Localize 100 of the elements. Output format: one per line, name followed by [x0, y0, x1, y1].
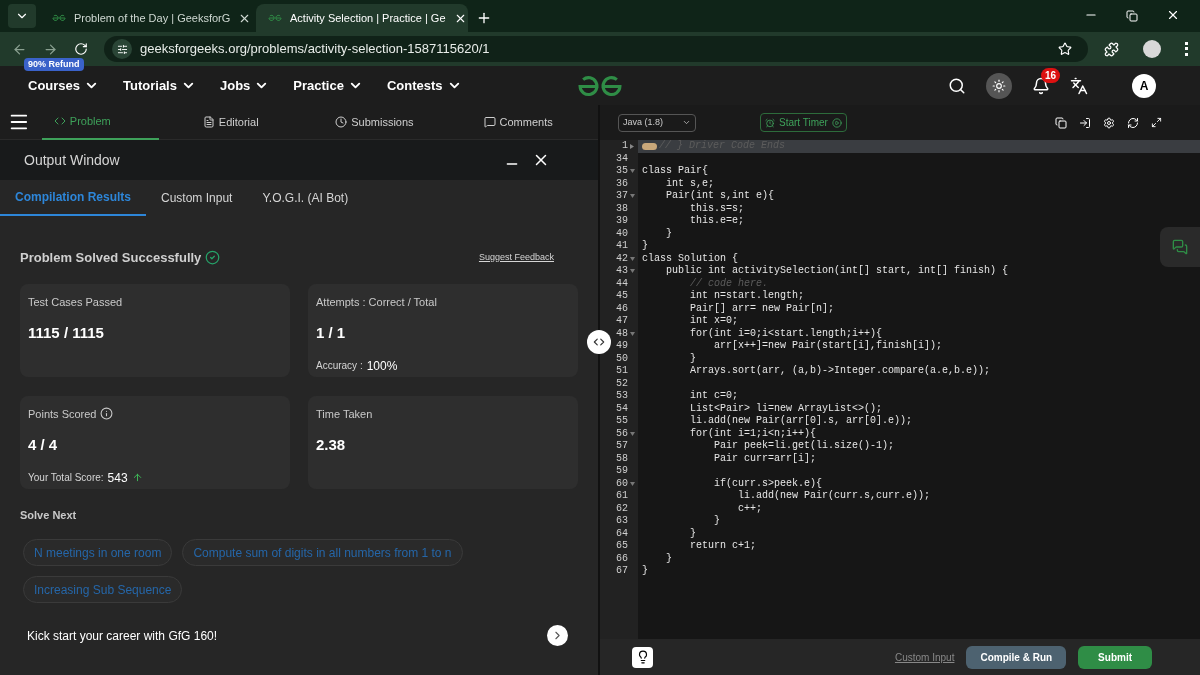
- back-icon[interactable]: [12, 41, 27, 57]
- chat-icon: [1172, 239, 1188, 255]
- chat-button[interactable]: [1160, 227, 1200, 267]
- nav-menu[interactable]: Contests: [386, 75, 462, 96]
- line-number: 46: [616, 302, 628, 315]
- tab-title: Activity Selection | Practice | Ge: [290, 10, 446, 26]
- tab-list-button[interactable]: [8, 4, 36, 28]
- line-number: 53: [616, 390, 628, 403]
- hint-button[interactable]: [632, 646, 653, 668]
- stat-value: 2.38: [316, 435, 346, 455]
- fold-arrow-icon[interactable]: [630, 431, 635, 436]
- theme-toggle[interactable]: [986, 72, 1012, 99]
- code-comment: // code here.: [689, 277, 769, 290]
- user-avatar[interactable]: A: [1132, 73, 1156, 98]
- reload-icon[interactable]: [74, 42, 88, 56]
- profile-avatar[interactable]: [1143, 40, 1161, 58]
- play-icon: [831, 117, 842, 128]
- problem-tab[interactable]: Submissions: [302, 104, 447, 140]
- line-number: 50: [616, 352, 628, 365]
- logo-icon[interactable]: [52, 14, 66, 22]
- next-button[interactable]: [547, 625, 568, 646]
- line-number: 65: [616, 540, 628, 553]
- submit-button[interactable]: Submit: [1078, 645, 1152, 669]
- fold-arrow-icon[interactable]: [630, 269, 635, 274]
- line-number: 39: [616, 215, 628, 228]
- new-tab-icon[interactable]: [476, 10, 492, 26]
- close-icon[interactable]: [1166, 8, 1180, 22]
- search-icon[interactable]: [948, 76, 966, 95]
- code-line: Pair peek=li.get(li.size()-1);: [713, 440, 895, 453]
- clock-icon: [335, 116, 348, 128]
- status-message: Problem Solved Successfully: [20, 249, 202, 267]
- import-icon[interactable]: [1079, 116, 1091, 129]
- copy-icon[interactable]: [1055, 116, 1067, 129]
- more-icon[interactable]: [1185, 42, 1188, 56]
- forward-icon[interactable]: [43, 41, 58, 57]
- line-number: 54: [616, 402, 628, 415]
- stat-label: Attempts : Correct / Total: [316, 294, 437, 310]
- output-tab[interactable]: Custom Input: [146, 180, 248, 216]
- output-window-title: Output Window: [24, 150, 120, 170]
- translate-icon[interactable]: [1070, 76, 1088, 95]
- fold-arrow-icon[interactable]: [630, 481, 635, 486]
- output-tab[interactable]: Compilation Results: [0, 180, 146, 216]
- suggest-feedback-link[interactable]: Suggest Feedback: [478, 251, 554, 265]
- extensions-icon[interactable]: [1104, 41, 1119, 57]
- fullscreen-icon[interactable]: [1151, 117, 1162, 128]
- site-settings-button[interactable]: [112, 39, 132, 59]
- line-number: 62: [616, 502, 628, 515]
- fold-arrow-icon[interactable]: [630, 143, 634, 149]
- stat-value: 4 / 4: [28, 435, 58, 455]
- reset-icon[interactable]: [1127, 116, 1139, 129]
- browser-tab[interactable]: Activity Selection | Practice | Ge: [256, 4, 468, 32]
- code-line: int n=start.length;: [689, 290, 805, 303]
- code-line: public int activitySelection(int[] start, int[] finish) {: [665, 265, 1009, 278]
- code-line: li.add(new Pair(arr[0].s, arr[0].e));: [689, 415, 913, 428]
- tab-title: Problem of the Day | GeeksforG: [74, 10, 231, 26]
- line-number: 64: [616, 527, 628, 540]
- line-number: 42: [616, 252, 628, 265]
- line-number: 58: [616, 452, 628, 465]
- code-line: if(curr.s>peek.e){: [713, 477, 823, 490]
- custom-input-link[interactable]: Custom Input: [894, 649, 955, 665]
- line-number: 56: [616, 427, 628, 440]
- code-line: return c+1;: [689, 540, 757, 553]
- nav-menu[interactable]: Tutorials: [123, 75, 196, 96]
- fold-arrow-icon[interactable]: [630, 256, 635, 261]
- line-number: 61: [616, 490, 628, 503]
- browser-tab[interactable]: Problem of the Day | GeeksforG: [40, 4, 252, 32]
- problem-tab[interactable]: Editorial: [158, 104, 303, 140]
- stat-note-value: 543: [107, 469, 128, 487]
- logo-icon[interactable]: [577, 75, 623, 98]
- problem-tab[interactable]: Comments: [446, 104, 590, 140]
- line-number: 35: [616, 165, 628, 178]
- code-line: Pair curr=arr[i];: [713, 452, 817, 465]
- logo-icon[interactable]: [268, 14, 282, 22]
- nav-menu[interactable]: Jobs: [219, 75, 270, 96]
- stat-label: Points Scored: [28, 406, 97, 422]
- line-number: 34: [616, 152, 628, 165]
- language-select[interactable]: Java (1.8): [618, 113, 696, 132]
- code-line: for(int i=1;i<n;i++){: [689, 427, 817, 440]
- restore-icon[interactable]: [1126, 10, 1138, 22]
- folded-code-icon[interactable]: [642, 142, 657, 150]
- output-tab[interactable]: Y.O.G.I. (AI Bot): [247, 180, 364, 216]
- nav-menu[interactable]: Practice: [293, 75, 363, 96]
- bookmark-icon[interactable]: [1058, 42, 1072, 56]
- fold-arrow-icon[interactable]: [630, 331, 635, 336]
- info-icon[interactable]: [100, 407, 114, 421]
- code-line: }: [689, 352, 696, 365]
- code-line: Pair(int s,int e){: [665, 190, 775, 203]
- fold-arrow-icon[interactable]: [630, 194, 635, 199]
- start-timer-button[interactable]: Start Timer: [760, 113, 847, 132]
- address-bar[interactable]: geeksforgeeks.org/problems/activity-selection-1587115620/1: [104, 36, 1088, 62]
- code-line: int s,e;: [665, 177, 714, 190]
- compile-run-button[interactable]: Compile & Run: [966, 645, 1067, 669]
- fold-arrow-icon[interactable]: [630, 169, 635, 174]
- line-number: 47: [616, 315, 628, 328]
- stat-note-value: 100%: [366, 357, 398, 375]
- line-number: 36: [616, 177, 628, 190]
- line-number: 60: [616, 477, 628, 490]
- line-number: 45: [616, 290, 628, 303]
- line-number: 63: [616, 515, 628, 528]
- settings-icon[interactable]: [1103, 116, 1115, 129]
